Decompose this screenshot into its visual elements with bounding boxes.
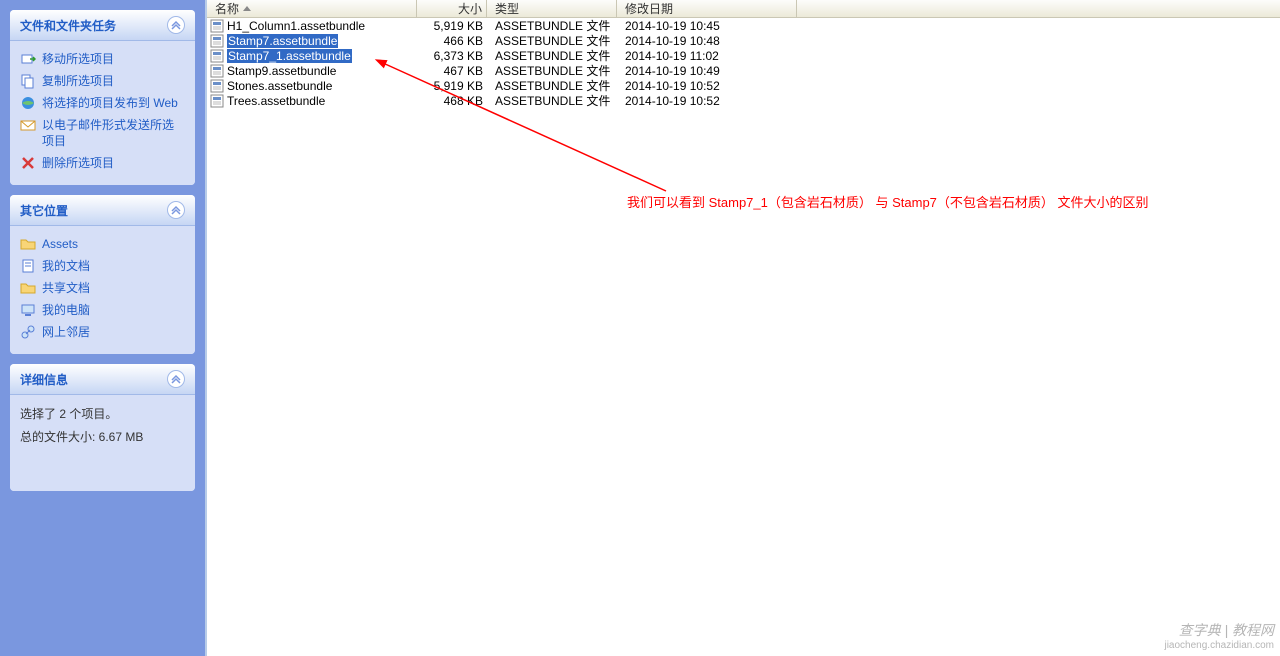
- task-label: 复制所选项目: [42, 73, 185, 89]
- file-row[interactable]: Stamp7.assetbundle466 KBASSETBUNDLE 文件20…: [207, 33, 1280, 48]
- collapse-icon[interactable]: [167, 370, 185, 388]
- place-label: Assets: [42, 236, 185, 252]
- folder-icon: [20, 236, 36, 252]
- place-item[interactable]: 我的文档: [20, 258, 185, 274]
- file-row[interactable]: Stamp7_1.assetbundle6,373 KBASSETBUNDLE …: [207, 48, 1280, 63]
- places-panel-header[interactable]: 其它位置: [10, 195, 195, 226]
- file-icon: [210, 64, 224, 78]
- task-label: 将选择的项目发布到 Web: [42, 95, 185, 111]
- file-size: 468 KB: [417, 94, 487, 108]
- file-date: 2014-10-19 10:52: [617, 79, 797, 93]
- email-icon: [20, 117, 36, 133]
- task-label: 删除所选项目: [42, 155, 185, 171]
- move-icon: [20, 51, 36, 67]
- file-size: 6,373 KB: [417, 49, 487, 63]
- place-item[interactable]: 网上邻居: [20, 324, 185, 340]
- file-name: Stones.assetbundle: [227, 79, 332, 93]
- col-date[interactable]: 修改日期: [617, 0, 797, 17]
- file-size: 5,919 KB: [417, 79, 487, 93]
- file-icon: [210, 79, 224, 93]
- window: 文件和文件夹任务 移动所选项目复制所选项目将选择的项目发布到 Web 以电子邮件形…: [0, 0, 1280, 656]
- places-panel: 其它位置 Assets 我的文档共享文档我的电脑网上邻居: [10, 195, 195, 354]
- file-date: 2014-10-19 10:48: [617, 34, 797, 48]
- tasks-panel-header[interactable]: 文件和文件夹任务: [10, 10, 195, 41]
- file-size: 5,919 KB: [417, 19, 487, 33]
- details-selected: 选择了 2 个项目。: [20, 405, 185, 422]
- task-item[interactable]: 将选择的项目发布到 Web: [20, 95, 185, 111]
- details-panel-body: 选择了 2 个项目。 总的文件大小: 6.67 MB: [10, 395, 195, 491]
- task-item[interactable]: 复制所选项目: [20, 73, 185, 89]
- file-date: 2014-10-19 10:49: [617, 64, 797, 78]
- computer-icon: [20, 302, 36, 318]
- file-row[interactable]: Stamp9.assetbundle467 KBASSETBUNDLE 文件20…: [207, 63, 1280, 78]
- column-headers: 名称 大小 类型 修改日期: [207, 0, 1280, 18]
- task-label: 以电子邮件形式发送所选项目: [42, 117, 185, 149]
- sidebar: 文件和文件夹任务 移动所选项目复制所选项目将选择的项目发布到 Web 以电子邮件形…: [0, 0, 205, 656]
- place-label: 我的文档: [42, 258, 185, 274]
- file-row[interactable]: H1_Column1.assetbundle5,919 KBASSETBUNDL…: [207, 18, 1280, 33]
- watermark: 查字典 | 教程网 jiaocheng.chazidian.com: [1164, 620, 1274, 651]
- copy-icon: [20, 73, 36, 89]
- file-size: 466 KB: [417, 34, 487, 48]
- task-item[interactable]: 以电子邮件形式发送所选项目: [20, 117, 185, 149]
- place-label: 网上邻居: [42, 324, 185, 340]
- col-name[interactable]: 名称: [207, 0, 417, 17]
- file-row[interactable]: Trees.assetbundle 468 KBASSETBUNDLE 文件201…: [207, 93, 1280, 108]
- task-item[interactable]: 移动所选项目: [20, 51, 185, 67]
- collapse-icon[interactable]: [167, 16, 185, 34]
- file-type: ASSETBUNDLE 文件: [487, 92, 617, 109]
- file-icon: [210, 19, 224, 33]
- places-panel-title: 其它位置: [20, 202, 68, 219]
- file-date: 2014-10-19 11:02: [617, 49, 797, 63]
- tasks-panel: 文件和文件夹任务 移动所选项目复制所选项目将选择的项目发布到 Web 以电子邮件形…: [10, 10, 195, 185]
- file-date: 2014-10-19 10:52: [617, 94, 797, 108]
- file-name: Trees.assetbundle: [227, 94, 325, 108]
- sort-asc-icon: [243, 6, 251, 11]
- docs-icon: [20, 258, 36, 274]
- tasks-panel-title: 文件和文件夹任务: [20, 17, 116, 34]
- file-size: 467 KB: [417, 64, 487, 78]
- file-name: Stamp7_1.assetbundle: [227, 49, 352, 63]
- task-label: 移动所选项目: [42, 51, 185, 67]
- file-date: 2014-10-19 10:45: [617, 19, 797, 33]
- col-size[interactable]: 大小: [417, 0, 487, 17]
- file-icon: [210, 49, 224, 63]
- tasks-panel-body: 移动所选项目复制所选项目将选择的项目发布到 Web 以电子邮件形式发送所选项目删除…: [10, 41, 195, 185]
- place-label: 我的电脑: [42, 302, 185, 318]
- file-name: H1_Column1.assetbundle: [227, 19, 365, 33]
- place-item[interactable]: 共享文档: [20, 280, 185, 296]
- col-type[interactable]: 类型: [487, 0, 617, 17]
- places-panel-body: Assets 我的文档共享文档我的电脑网上邻居: [10, 226, 195, 354]
- place-item[interactable]: Assets: [20, 236, 185, 252]
- file-list: H1_Column1.assetbundle5,919 KBASSETBUNDL…: [207, 18, 1280, 108]
- delete-icon: [20, 155, 36, 171]
- file-name: Stamp7.assetbundle: [227, 34, 338, 48]
- file-name: Stamp9.assetbundle: [227, 64, 336, 78]
- collapse-icon[interactable]: [167, 201, 185, 219]
- file-row[interactable]: Stones.assetbundle5,919 KBASSETBUNDLE 文件…: [207, 78, 1280, 93]
- folder-icon: [20, 280, 36, 296]
- main-content: 名称 大小 类型 修改日期 H1_Column1.assetbundle 5,91…: [205, 0, 1280, 656]
- details-panel-title: 详细信息: [20, 371, 68, 388]
- details-totalsize: 总的文件大小: 6.67 MB: [20, 428, 185, 445]
- file-icon: [210, 34, 224, 48]
- place-label: 共享文档: [42, 280, 185, 296]
- place-item[interactable]: 我的电脑: [20, 302, 185, 318]
- details-panel: 详细信息 选择了 2 个项目。 总的文件大小: 6.67 MB: [10, 364, 195, 491]
- details-panel-header[interactable]: 详细信息: [10, 364, 195, 395]
- file-icon: [210, 94, 224, 108]
- annotation-text: 我们可以看到 Stamp7_1（包含岩石材质） 与 Stamp7（不包含岩石材质…: [627, 192, 1149, 211]
- publish-icon: [20, 95, 36, 111]
- network-icon: [20, 324, 36, 340]
- task-item[interactable]: 删除所选项目: [20, 155, 185, 171]
